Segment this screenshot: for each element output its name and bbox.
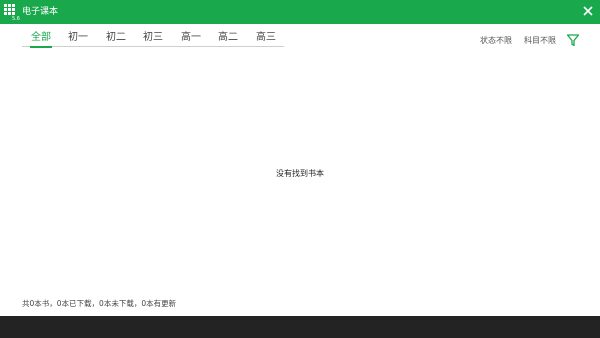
app-grid-icon[interactable]: 5.6 [4, 4, 20, 22]
bottom-bar [0, 316, 600, 338]
subject-filter[interactable]: 科目不限 [524, 35, 556, 47]
tab-grade8[interactable]: 初二 [105, 31, 127, 46]
tab-grade9[interactable]: 初三 [142, 31, 164, 46]
app-badge: 5.6 [12, 16, 20, 22]
close-button[interactable] [579, 2, 597, 20]
grade-tabs: 全部 初一 初二 初三 高一 高二 高三 [22, 31, 284, 48]
tab-grade12[interactable]: 高三 [255, 31, 277, 46]
window-title: 电子课本 [22, 7, 59, 17]
book-stats: 共0本书，0本已下载，0本未下载，0本有更新 [22, 299, 177, 308]
tab-all[interactable]: 全部 [30, 31, 52, 48]
status-filter[interactable]: 状态不限 [480, 35, 512, 47]
empty-message: 没有找到书本 [276, 169, 324, 178]
tab-grade10[interactable]: 高一 [180, 31, 202, 46]
close-icon [583, 6, 593, 16]
tab-grade11[interactable]: 高二 [217, 31, 239, 46]
tab-grade7[interactable]: 初一 [67, 31, 89, 46]
filter-icon[interactable] [566, 33, 580, 47]
title-bar: 5.6 电子课本 [0, 0, 600, 24]
